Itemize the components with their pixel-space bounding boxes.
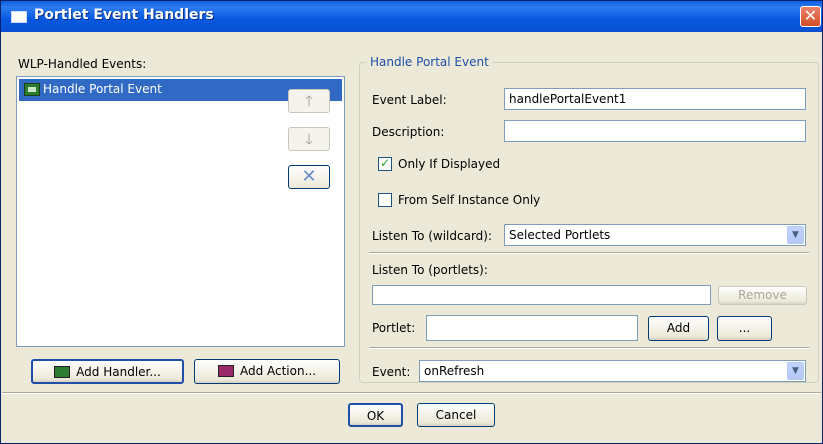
event-select-value: onRefresh — [424, 364, 485, 378]
dialog-window: Portlet Event Handlers ✕ WLP-Handled Eve… — [0, 0, 823, 444]
only-if-displayed-label: Only If Displayed — [398, 157, 501, 171]
move-down-button[interactable]: 🡓 — [288, 127, 330, 151]
add-handler-button[interactable]: Add Handler... — [31, 359, 184, 384]
add-handler-label: Add Handler... — [76, 365, 161, 379]
checkmark-icon: ✓ — [380, 156, 391, 170]
group-title: Handle Portal Event — [367, 55, 492, 69]
description-input[interactable] — [504, 120, 806, 142]
event-handler-icon — [24, 83, 40, 96]
event-label-label: Event Label: — [372, 93, 447, 107]
description-label: Description: — [372, 125, 445, 139]
browse-portlet-button[interactable]: ... — [717, 316, 772, 341]
title-bar[interactable]: Portlet Event Handlers ✕ — [1, 1, 822, 32]
add-action-button[interactable]: Add Action... — [194, 359, 340, 384]
listen-wildcard-select[interactable]: Selected Portlets ▼ — [504, 224, 806, 246]
listen-wildcard-value: Selected Portlets — [509, 228, 611, 242]
chevron-down-icon[interactable]: ▼ — [787, 226, 804, 244]
add-handler-icon — [54, 366, 71, 378]
list-item-label: Handle Portal Event — [43, 82, 162, 96]
remove-icon: ✕ — [301, 166, 317, 187]
arrow-down-icon: 🡓 — [305, 130, 313, 148]
close-button[interactable]: ✕ — [800, 6, 821, 27]
add-action-label: Add Action... — [239, 364, 317, 378]
events-list-label: WLP-Handled Events: — [18, 57, 147, 71]
listen-portlets-input[interactable] — [372, 285, 711, 305]
add-portlet-button[interactable]: Add — [648, 316, 709, 341]
cancel-button[interactable]: Cancel — [417, 403, 495, 427]
remove-portlet-button[interactable]: Remove — [718, 286, 807, 305]
window-icon — [11, 11, 27, 23]
portlet-input[interactable] — [426, 315, 638, 341]
separator — [369, 252, 809, 254]
only-if-displayed-checkbox[interactable]: ✓ — [378, 156, 392, 171]
event-select[interactable]: onRefresh ▼ — [419, 360, 806, 382]
chevron-down-icon[interactable]: ▼ — [787, 362, 804, 380]
from-self-instance-checkbox[interactable] — [378, 193, 392, 207]
remove-event-button[interactable]: ✕ — [288, 165, 330, 189]
ok-button[interactable]: OK — [348, 403, 403, 427]
window-title: Portlet Event Handlers — [34, 7, 214, 23]
add-action-icon — [217, 365, 234, 377]
event-label: Event: — [372, 365, 411, 379]
from-self-instance-label: From Self Instance Only — [398, 193, 541, 207]
footer-separator — [2, 392, 821, 394]
listen-wildcard-label: Listen To (wildcard): — [372, 229, 493, 243]
portlet-label: Portlet: — [372, 321, 416, 335]
separator — [369, 347, 809, 349]
listen-portlets-label: Listen To (portlets): — [372, 263, 488, 277]
events-list[interactable]: Handle Portal Event — [16, 76, 345, 347]
event-label-input[interactable]: handlePortalEvent1 — [504, 88, 806, 110]
arrow-up-icon: 🡑 — [305, 92, 313, 110]
move-up-button[interactable]: 🡑 — [288, 89, 330, 113]
